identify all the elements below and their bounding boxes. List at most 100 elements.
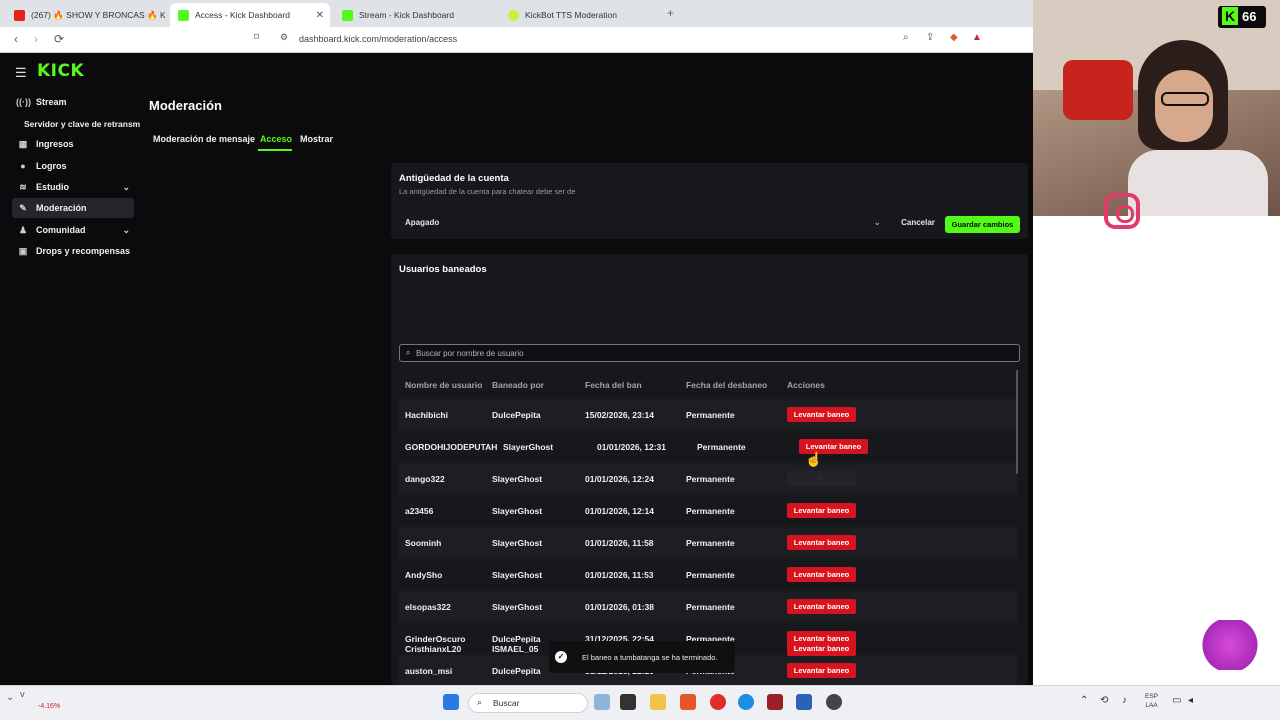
- username-cell: Hachibichi: [405, 410, 448, 420]
- chevron-down-icon: ⌄: [873, 217, 881, 227]
- rewards-icon[interactable]: ▲: [972, 32, 982, 43]
- browser-address-bar: ‹ › ⟳ ⌑ ⚙ dashboard.kick.com/moderation/…: [0, 27, 1033, 53]
- sidebar-item-moderacion[interactable]: ✎ Moderación: [12, 198, 134, 218]
- browser-tab-youtube[interactable]: (267) 🔥 SHOW Y BRONCAS 🔥 KINGT: [6, 3, 166, 27]
- table-row: dango322 SlayerGhost 01/01/2026, 12:24 P…: [399, 463, 1017, 495]
- language-indicator[interactable]: ESP LAA: [1145, 692, 1158, 710]
- table-row: GORDOHIJODEPUTAH SlayerGhost 01/01/2026,…: [399, 431, 1017, 463]
- ban-date-cell: 01/01/2026, 12:14: [585, 506, 655, 516]
- column-header-ban-date[interactable]: Fecha del ban: [585, 380, 642, 390]
- brave-shield-icon[interactable]: ◆: [950, 32, 958, 43]
- banned-by-cell: DulcePepita: [492, 634, 541, 644]
- table-row: elsopas322 SlayerGhost 01/01/2026, 01:38…: [399, 591, 1017, 623]
- kick-logo[interactable]: KICK: [37, 61, 84, 81]
- youtube-icon: [14, 9, 25, 21]
- username-cell: AndySho: [405, 570, 443, 580]
- chevron-up-icon[interactable]: ⌃: [1080, 695, 1088, 706]
- instagram-icon: [1104, 193, 1140, 229]
- toast-message: El baneo a tumbatanga se ha terminado.: [582, 653, 718, 662]
- file-explorer-icon[interactable]: [650, 694, 666, 710]
- start-icon[interactable]: [443, 694, 459, 710]
- reload-icon[interactable]: ⟳: [54, 32, 64, 46]
- browser-tab-stream[interactable]: Stream - Kick Dashboard: [334, 3, 494, 27]
- sidebar-item-estudio[interactable]: ≋ Estudio ⌄: [12, 177, 134, 197]
- table-row: AndySho SlayerGhost 01/01/2026, 11:53 Pe…: [399, 559, 1017, 591]
- search-input[interactable]: [416, 345, 1006, 361]
- sidebar-item-logros[interactable]: ● Logros: [12, 156, 134, 176]
- chevron-down-icon: ⌄: [122, 224, 130, 235]
- bookmark-icon[interactable]: ⌑: [254, 32, 259, 43]
- network-icon[interactable]: ▭: [1172, 695, 1181, 706]
- unban-button[interactable]: Levantar baneo: [787, 503, 856, 518]
- column-header-banned-by[interactable]: Baneado por: [492, 380, 544, 390]
- layers-icon: ≋: [19, 181, 27, 192]
- save-changes-button[interactable]: Guardar cambios: [945, 216, 1020, 233]
- sync-icon[interactable]: ⟲: [1100, 695, 1108, 706]
- username-cell: auston_msi: [405, 666, 453, 676]
- opera-icon[interactable]: [710, 694, 726, 710]
- unban-button[interactable]: Levantar baneo: [787, 641, 856, 656]
- tab-label: Stream - Kick Dashboard: [359, 10, 454, 20]
- column-header-unban-date[interactable]: Fecha del desbaneo: [686, 380, 767, 390]
- tab-show[interactable]: Mostrar: [300, 134, 333, 144]
- close-tab-icon[interactable]: ✕: [316, 10, 324, 21]
- microphone-icon[interactable]: ♪: [1122, 695, 1127, 706]
- obs-icon[interactable]: [826, 694, 842, 710]
- username-cell: GORDOHIJODEPUTAH: [405, 442, 498, 452]
- task-view-icon[interactable]: [620, 694, 636, 710]
- webcam-decoration: [1063, 60, 1133, 120]
- unban-button[interactable]: Levantar baneo: [787, 567, 856, 582]
- column-header-actions: Acciones: [787, 380, 825, 390]
- site-info-icon[interactable]: ⚙: [280, 32, 288, 43]
- zoom-icon[interactable]: ⌕: [903, 32, 909, 43]
- ban-date-cell: 01/01/2026, 11:58: [585, 538, 654, 548]
- unban-button[interactable]: Levantar baneo: [787, 599, 856, 614]
- unban-button[interactable]: Levantar baneo: [787, 535, 856, 550]
- brave-browser-icon[interactable]: [680, 694, 696, 710]
- sidebar-item-label: Logros: [36, 161, 67, 171]
- cancel-button[interactable]: Cancelar: [893, 214, 943, 232]
- sidebar-item-ingresos[interactable]: ▦ Ingresos: [12, 134, 134, 154]
- browser-tab-access[interactable]: Access - Kick Dashboard ✕: [170, 3, 330, 27]
- column-header-username[interactable]: Nombre de usuario: [405, 380, 482, 390]
- webcam-feed: [1033, 0, 1280, 216]
- app-icon[interactable]: [767, 694, 783, 710]
- sidebar-item-stream-key[interactable]: Servidor y clave de retransm: [24, 119, 140, 129]
- forward-icon[interactable]: ›: [34, 32, 38, 46]
- menu-icon[interactable]: ☰: [15, 65, 27, 81]
- gift-icon: ▣: [18, 245, 28, 256]
- check-icon: ✓: [555, 651, 567, 663]
- webcam-face: [1155, 70, 1213, 142]
- widgets-icon[interactable]: [594, 694, 610, 710]
- volume-icon[interactable]: ◂: [1188, 695, 1193, 706]
- back-icon[interactable]: ‹: [14, 32, 18, 46]
- taskbar-search[interactable]: ⌕ Buscar: [468, 693, 588, 713]
- account-age-select[interactable]: Apagado ⌄: [399, 214, 885, 232]
- sidebar-item-label: Drops y recompensas: [36, 246, 131, 256]
- unban-button[interactable]: Levantar baneo: [787, 663, 856, 678]
- browser-tab-kickbot[interactable]: KickBot TTS Moderation: [500, 3, 660, 27]
- table-row: a23456 SlayerGhost 01/01/2026, 12:14 Per…: [399, 495, 1017, 527]
- search-box: ⌕: [399, 344, 1020, 362]
- unban-date-cell: Permanente: [686, 570, 735, 580]
- tab-message-moderation[interactable]: Moderación de mensaje: [153, 134, 255, 144]
- url-field[interactable]: dashboard.kick.com/moderation/access: [299, 34, 457, 44]
- sidebar-item-drops[interactable]: ▣ Drops y recompensas: [12, 241, 134, 261]
- kickbot-icon: [508, 9, 519, 21]
- sidebar-item-comunidad[interactable]: ♟ Comunidad ⌄: [12, 220, 134, 240]
- tab-label: KickBot TTS Moderation: [525, 10, 617, 20]
- tab-access[interactable]: Acceso: [260, 134, 292, 144]
- sidebar-item-stream[interactable]: ((·)) Stream: [12, 92, 134, 112]
- chart-icon: ▦: [18, 138, 28, 149]
- banned-by-cell: DulcePepita: [492, 410, 541, 420]
- new-tab-icon[interactable]: +: [667, 6, 674, 20]
- unban-button[interactable]: Levantar baneo: [787, 407, 856, 422]
- viewer-count: 66: [1242, 9, 1257, 24]
- app-icon[interactable]: [796, 694, 812, 710]
- table-scrollbar[interactable]: [1016, 370, 1018, 474]
- share-icon[interactable]: ⇪: [926, 32, 934, 43]
- stock-widget-icon[interactable]: ⌄: [6, 692, 14, 703]
- language-code: ESP: [1145, 693, 1159, 700]
- kick-icon: [178, 9, 189, 21]
- edge-icon[interactable]: [738, 694, 754, 710]
